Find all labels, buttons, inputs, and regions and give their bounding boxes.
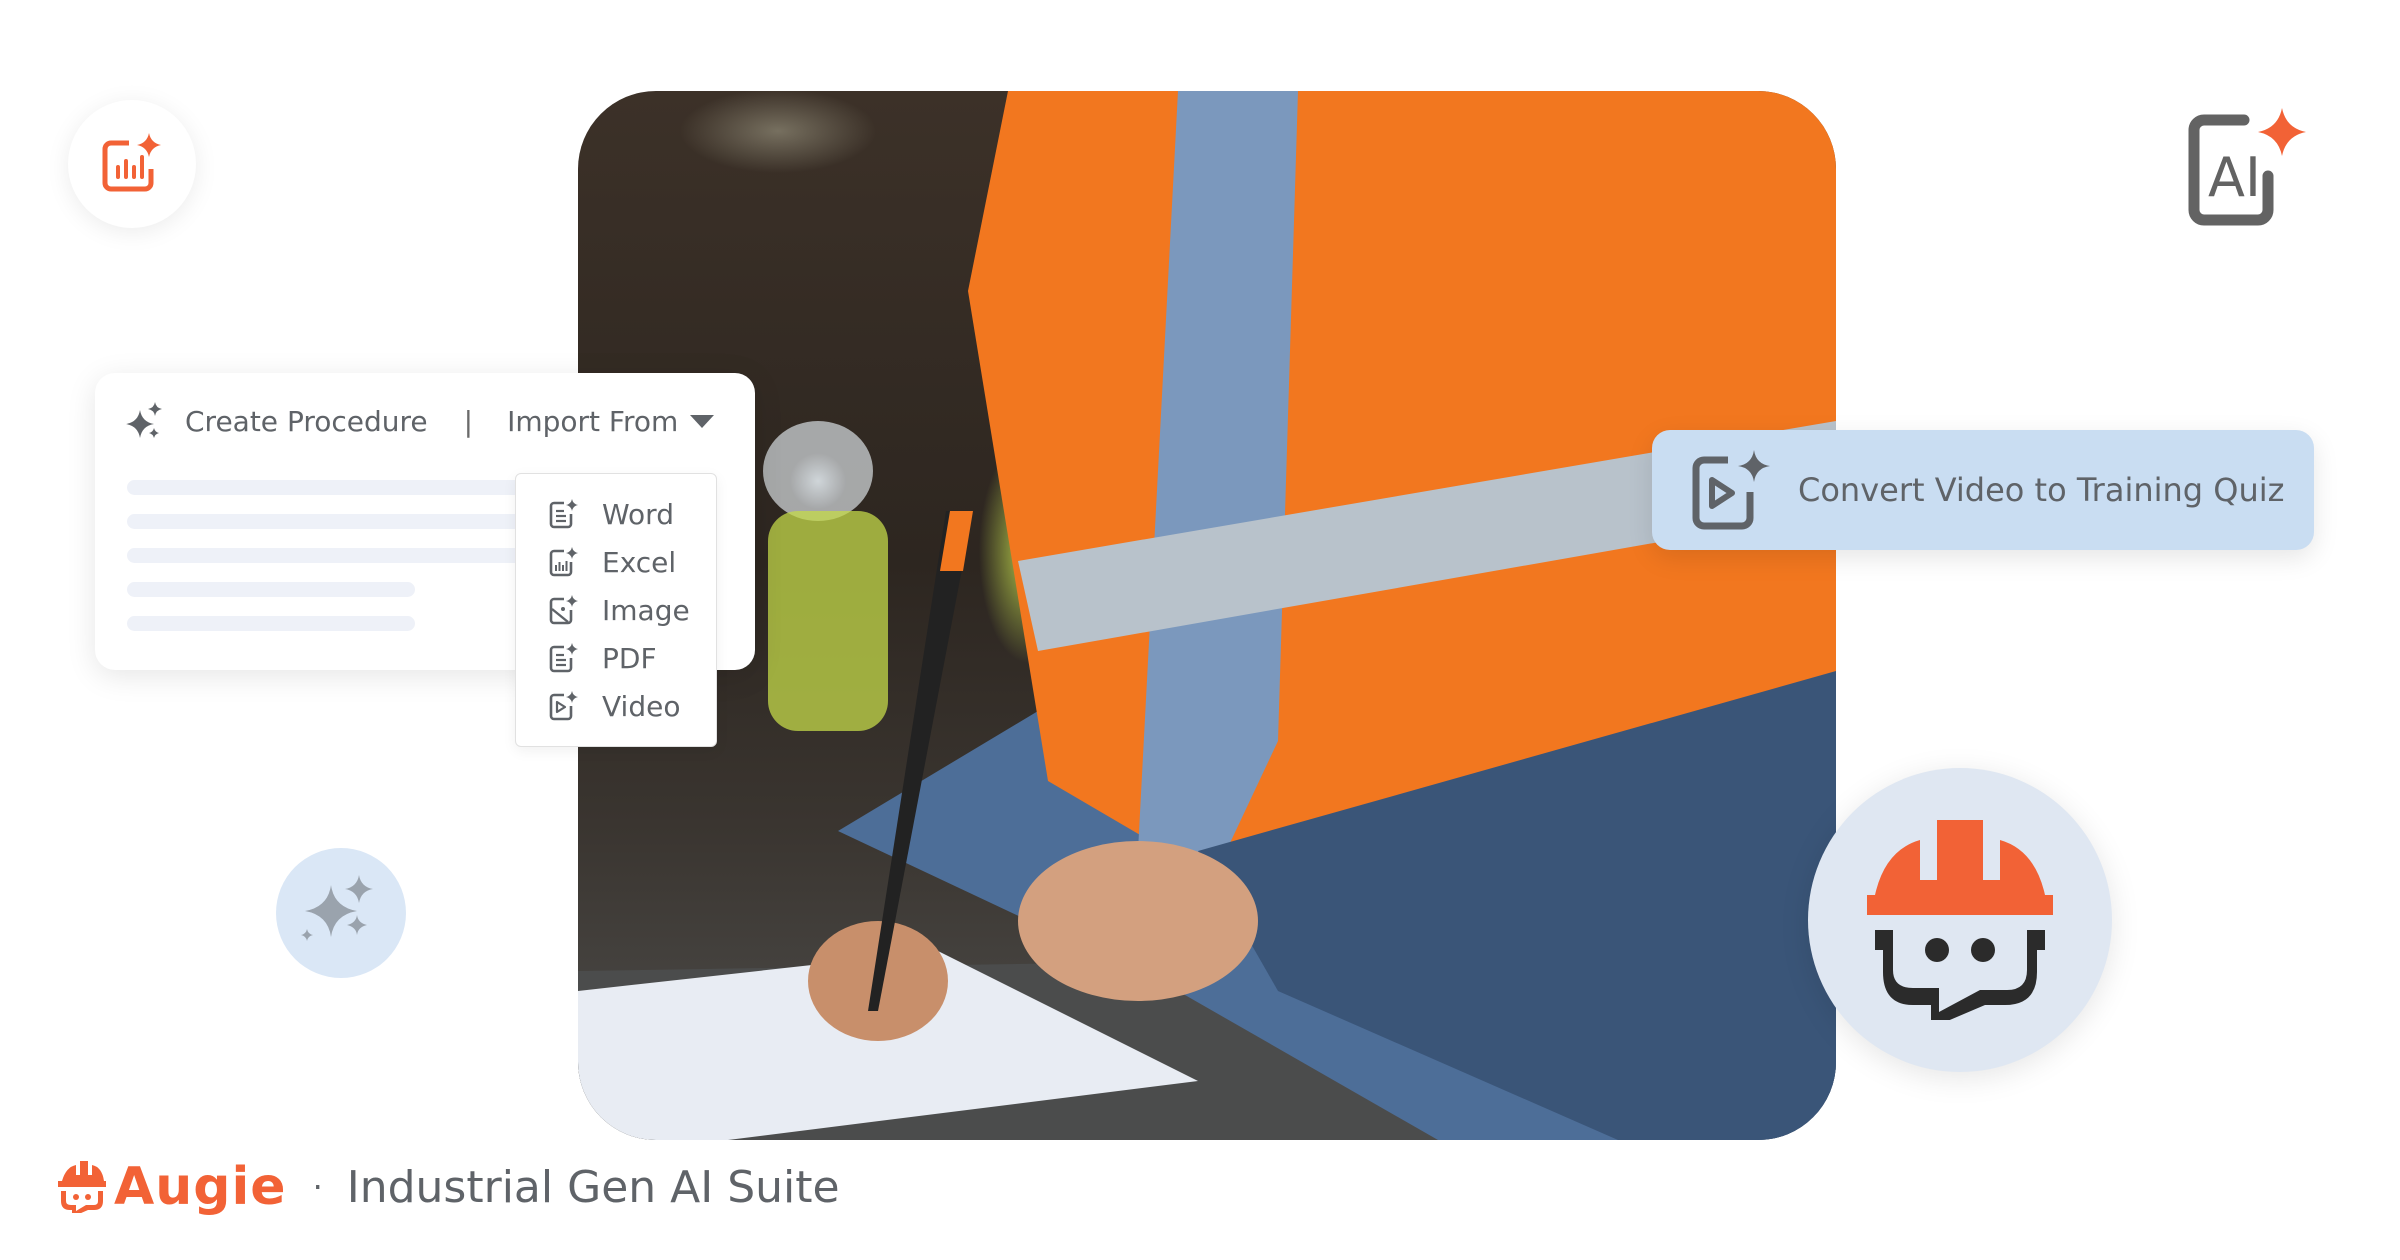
- import-from-label: Import From: [507, 404, 679, 438]
- card-header: Create Procedure | Import From: [125, 401, 715, 441]
- menu-item-label: Video: [602, 689, 681, 723]
- svg-text:AI: AI: [2208, 146, 2261, 209]
- menu-item-image[interactable]: Image: [548, 590, 690, 630]
- convert-video-label: Convert Video to Training Quiz: [1798, 471, 2285, 509]
- import-from-dropdown[interactable]: Import From: [507, 404, 715, 438]
- menu-item-label: PDF: [602, 641, 657, 675]
- hero-photo-worker-signing: [578, 91, 1836, 1140]
- menu-item-label: Image: [602, 593, 690, 627]
- menu-item-word[interactable]: Word: [548, 494, 674, 534]
- create-procedure-button[interactable]: Create Procedure: [185, 405, 428, 438]
- chart-sparkle-badge: [68, 100, 196, 228]
- sparkles-icon: [301, 875, 373, 941]
- hardhat-bot-chat-icon: [1867, 820, 2053, 1020]
- document-sparkle-icon: [549, 499, 578, 529]
- footer-branding: Augie · Industrial Gen AI Suite: [58, 1150, 840, 1224]
- footer-separator: ·: [312, 1168, 323, 1206]
- chart-sparkle-icon: [102, 133, 161, 192]
- menu-item-pdf[interactable]: PDF: [548, 638, 657, 678]
- convert-video-to-quiz-button[interactable]: Convert Video to Training Quiz: [1652, 430, 2314, 550]
- caret-down-icon: [690, 414, 715, 428]
- augie-mascot-badge: [1808, 768, 2112, 1072]
- menu-item-excel[interactable]: Excel: [548, 542, 676, 582]
- sparkles-badge: [276, 848, 406, 978]
- skeleton-line: [127, 616, 415, 631]
- image-sparkle-icon: [549, 595, 578, 625]
- skeleton-line: [127, 582, 415, 597]
- menu-item-label: Excel: [602, 545, 677, 579]
- import-from-menu: Word Excel Image PDF Video: [515, 473, 717, 747]
- menu-item-label: Word: [602, 497, 674, 531]
- sparkles-icon: [126, 402, 162, 438]
- spreadsheet-sparkle-icon: [549, 547, 578, 577]
- augie-logo-icon: [58, 1161, 106, 1213]
- brand-name: Augie: [114, 1157, 287, 1217]
- menu-item-video[interactable]: Video: [548, 686, 680, 726]
- pdf-sparkle-icon: [549, 643, 578, 673]
- video-sparkle-icon: [1692, 450, 1770, 530]
- header-separator: |: [463, 404, 474, 438]
- video-sparkle-icon: [549, 691, 578, 721]
- product-tagline: Industrial Gen AI Suite: [346, 1161, 840, 1213]
- ai-sparkle-icon: AI: [2182, 104, 2312, 234]
